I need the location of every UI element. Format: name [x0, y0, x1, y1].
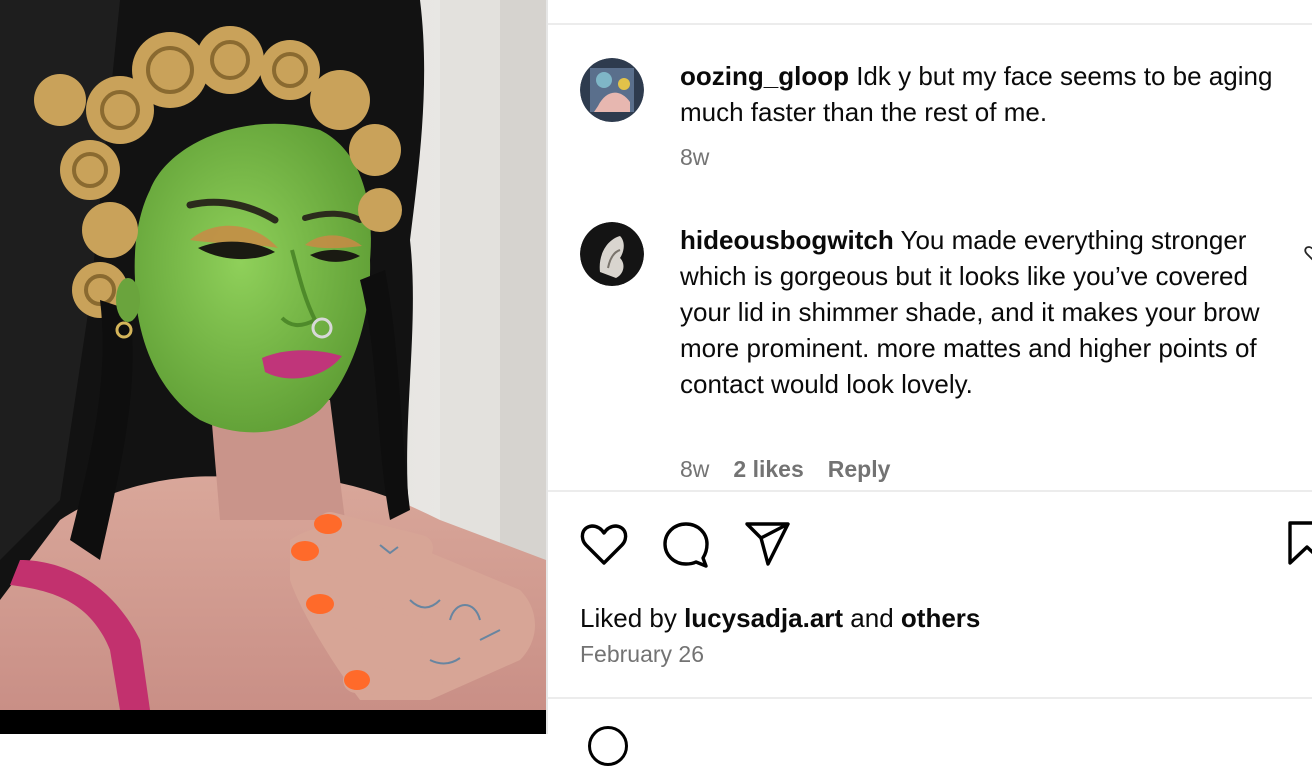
comment-text: hideousbogwitch You made everything stro… — [680, 222, 1280, 402]
comment-like-heart-icon[interactable] — [1304, 244, 1312, 264]
reply-button[interactable]: Reply — [828, 456, 891, 483]
comment-likes[interactable]: 2 likes — [733, 456, 803, 483]
post-date[interactable]: February 26 — [580, 641, 704, 668]
comment-age[interactable]: 8w — [680, 456, 709, 483]
user-avatar[interactable] — [580, 222, 644, 286]
comment-username[interactable]: oozing_gloop — [680, 61, 849, 91]
emoji-icon[interactable] — [588, 726, 628, 766]
send-icon[interactable] — [744, 520, 792, 568]
comment-item: oozing_gloop Idk y but my face seems to … — [580, 58, 1280, 178]
comment-text: oozing_gloop Idk y but my face seems to … — [680, 58, 1280, 130]
post-actions — [580, 520, 792, 568]
comment-meta: 8w 2 likes Reply — [680, 456, 890, 483]
post-photo[interactable] — [0, 0, 546, 710]
liked-by-others[interactable]: others — [901, 603, 980, 633]
comment-username[interactable]: hideousbogwitch — [680, 225, 894, 255]
post-details-panel: oozing_gloop Idk y but my face seems to … — [546, 0, 1312, 766]
divider — [548, 697, 1312, 699]
liked-by-and: and — [850, 603, 894, 633]
heart-icon[interactable] — [580, 520, 628, 568]
comment-item: hideousbogwitch You made everything stro… — [580, 222, 1280, 482]
comment-meta: 8w — [680, 144, 709, 171]
liked-by-prefix: Liked by — [580, 603, 677, 633]
divider — [548, 490, 1312, 492]
liked-by: Liked by lucysadja.art and others — [580, 601, 980, 635]
post-photo-panel — [0, 0, 546, 734]
comment-icon[interactable] — [662, 520, 710, 568]
user-avatar[interactable] — [580, 58, 644, 122]
bookmark-icon[interactable] — [1286, 520, 1312, 568]
comment-age[interactable]: 8w — [680, 144, 709, 171]
liked-by-user[interactable]: lucysadja.art — [684, 603, 843, 633]
divider — [548, 23, 1312, 25]
